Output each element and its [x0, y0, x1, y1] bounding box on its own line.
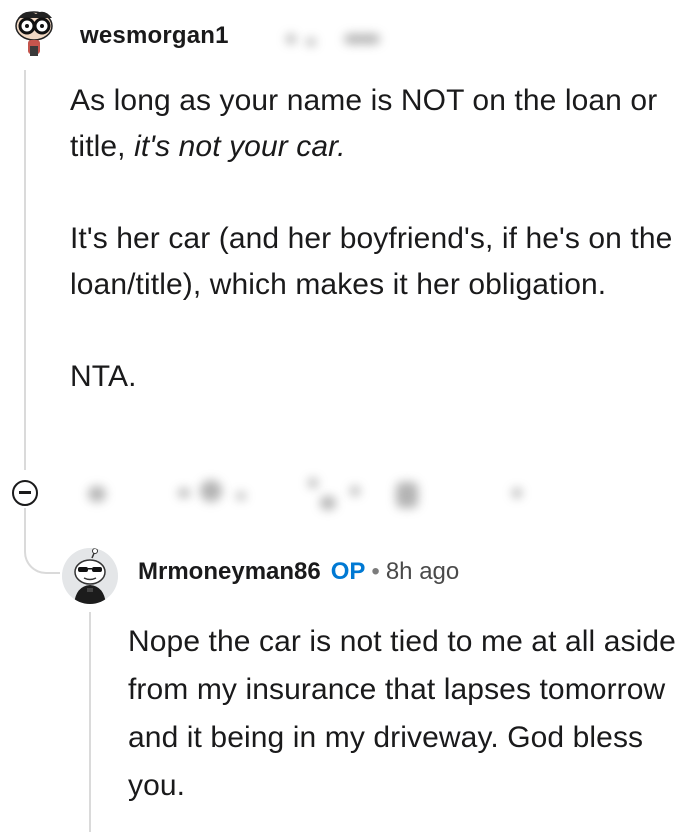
redacted-action — [200, 480, 222, 502]
comment-paragraph: NTA. — [70, 360, 137, 393]
redacted-flair — [344, 34, 380, 44]
redacted-action — [350, 486, 360, 496]
redacted-action — [88, 486, 106, 502]
reply-avatar[interactable] — [62, 548, 118, 604]
thread-line[interactable] — [24, 70, 26, 470]
snoo-avatar-icon — [62, 548, 118, 604]
op-badge: OP — [330, 558, 366, 585]
timestamp: 8h ago — [385, 558, 460, 585]
emphasized-text: it's not your car. — [134, 130, 346, 163]
separator-dot: • — [371, 558, 380, 585]
comment-author[interactable]: wesmorgan1 — [80, 22, 229, 50]
thread-connector — [24, 508, 60, 574]
collapse-minus-icon[interactable] — [12, 480, 38, 506]
reply-header: Mrmoneyman86 OP • 8h ago — [138, 558, 459, 586]
reply-thread-line[interactable] — [89, 612, 91, 832]
redacted-action — [320, 496, 336, 510]
reply-author[interactable]: Mrmoneyman86 — [138, 558, 321, 585]
comment-paragraph: As long as your name is NOT on the loan … — [70, 84, 658, 163]
redacted-action — [512, 488, 522, 498]
reply-body: Nope the car is not tied to me at all as… — [128, 625, 676, 802]
redacted-action — [178, 488, 190, 498]
user-avatar[interactable] — [6, 6, 60, 60]
redacted-action — [236, 492, 246, 500]
comment-paragraph: It's her car (and her boyfriend's, if he… — [70, 222, 673, 301]
redacted-flair — [286, 34, 296, 44]
redacted-action — [308, 478, 318, 488]
comment-body: As long as your name is NOT on the loan … — [70, 78, 690, 400]
redacted-action — [396, 482, 418, 508]
redacted-flair — [306, 38, 316, 46]
glasses-character-avatar-icon — [6, 6, 60, 60]
